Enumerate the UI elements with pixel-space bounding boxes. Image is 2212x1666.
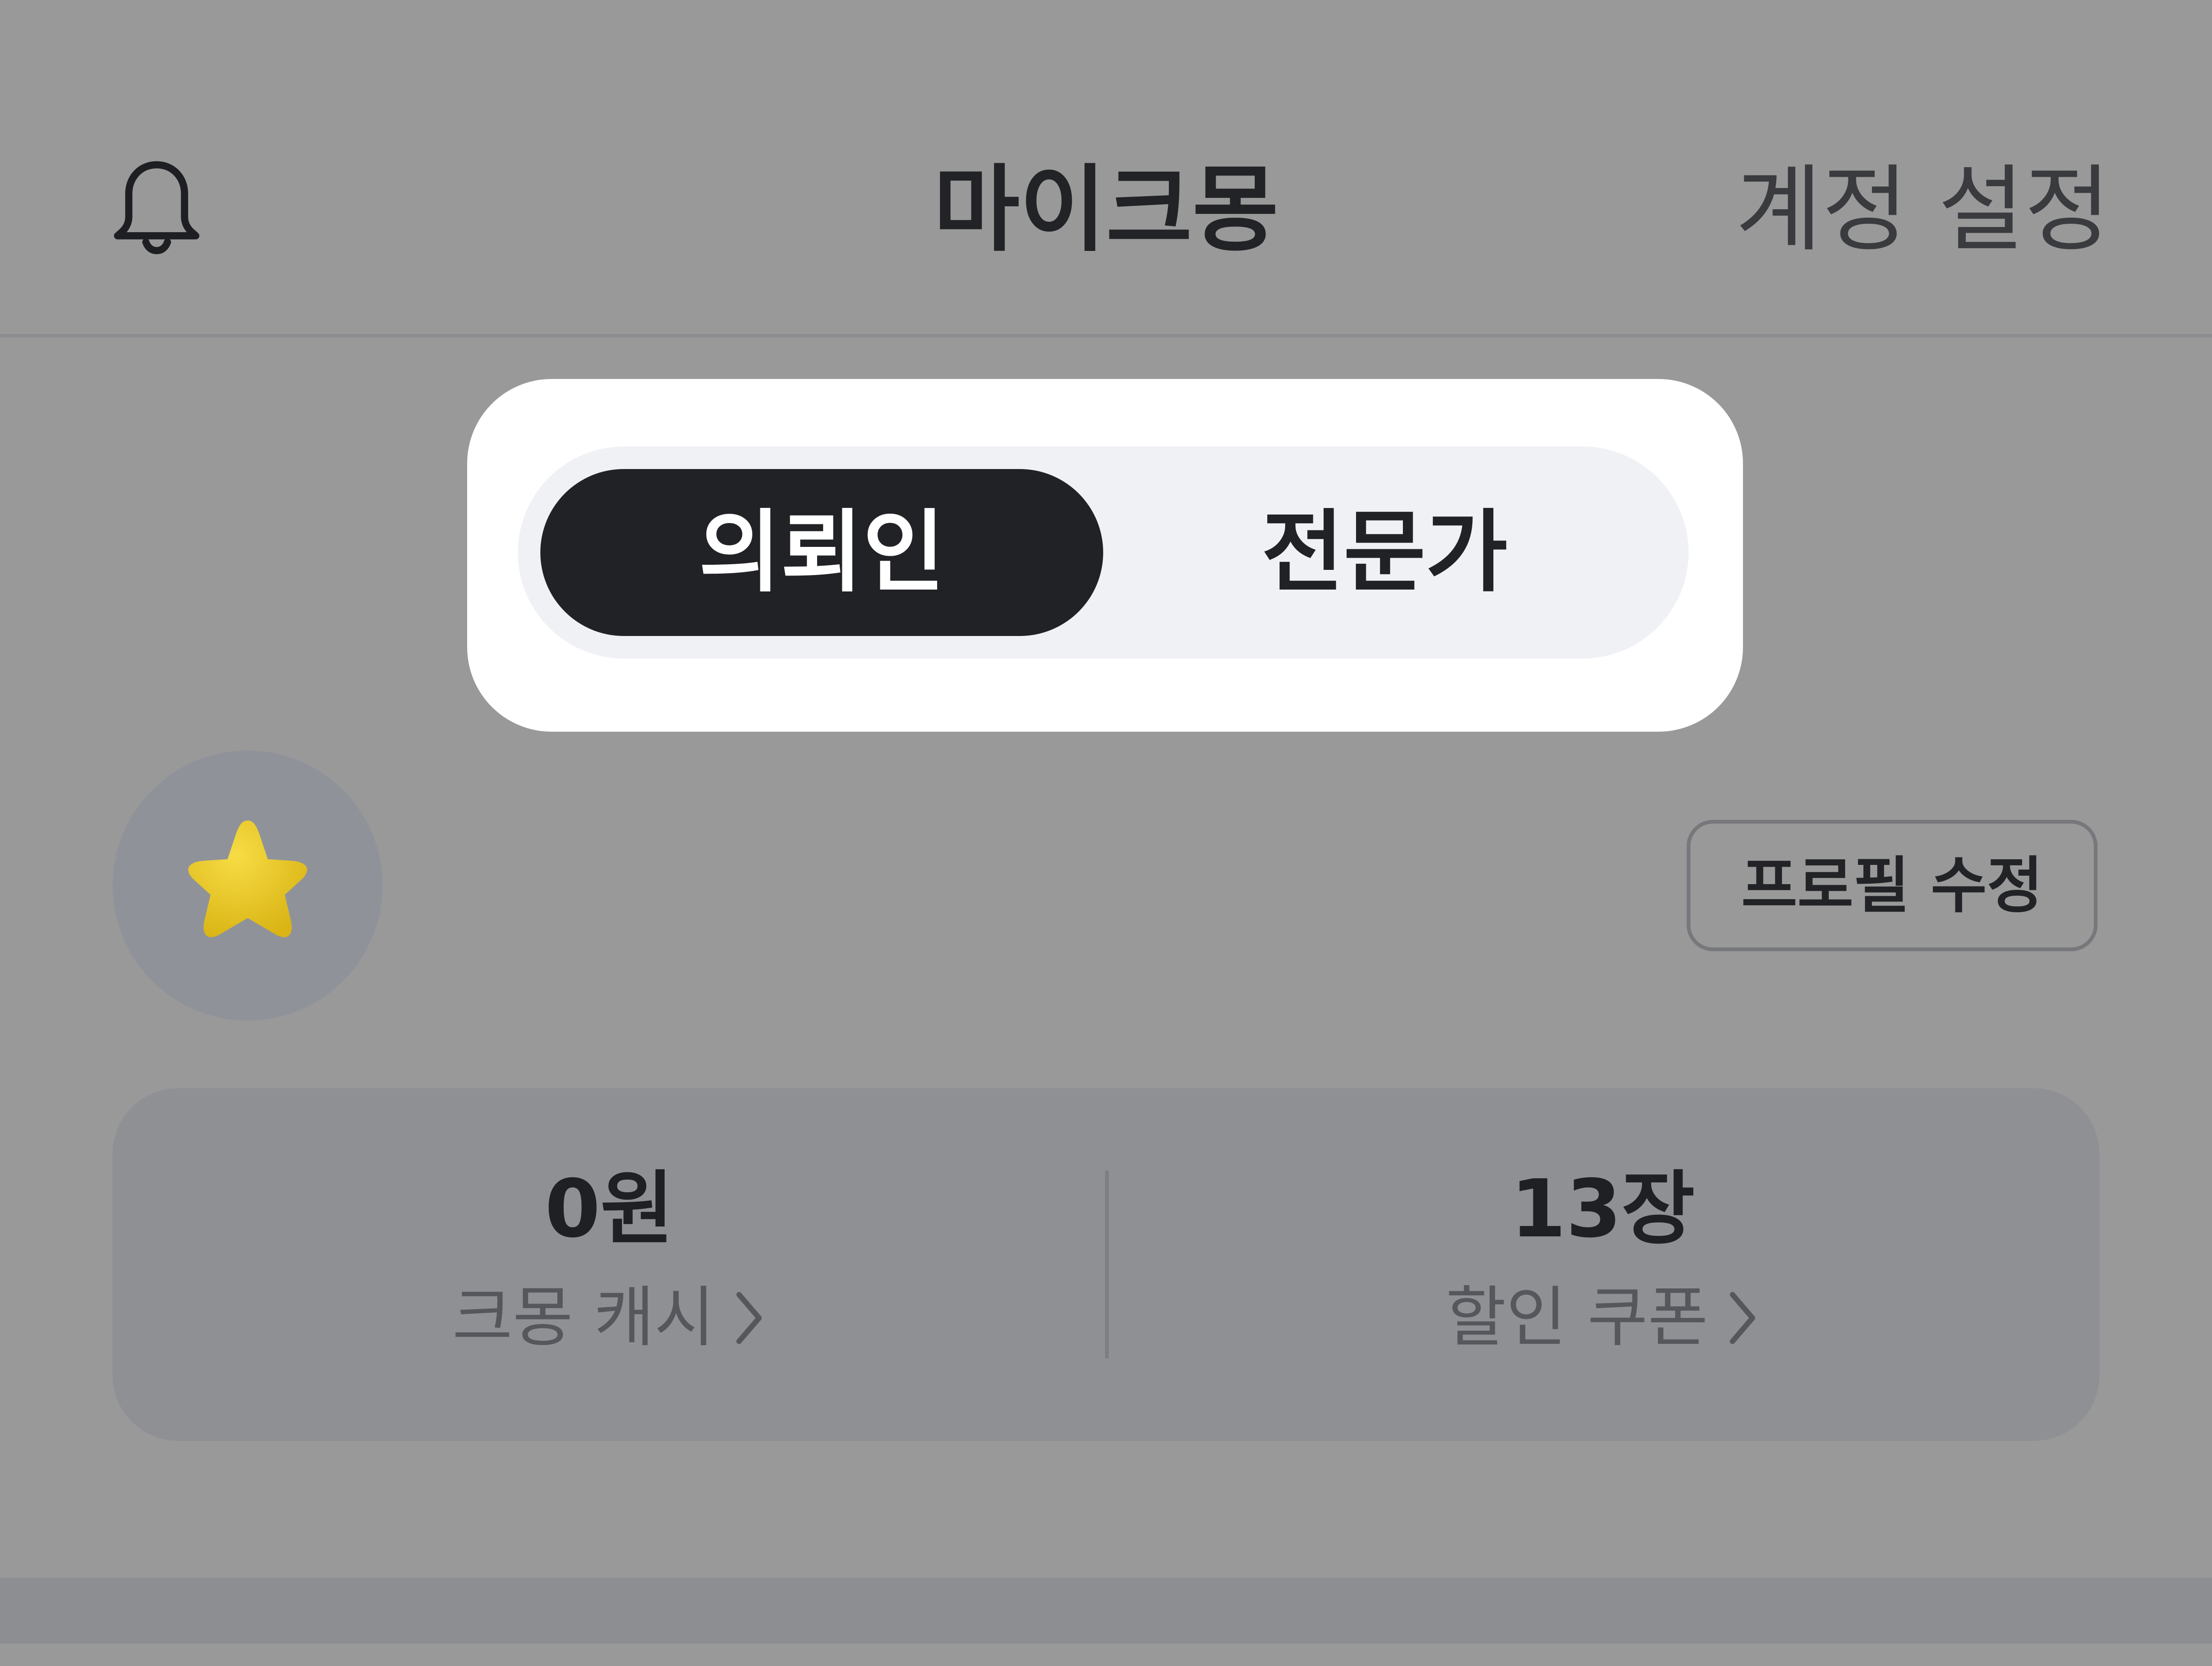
role-option-expert[interactable]: 전문가 <box>1103 469 1666 636</box>
header-divider <box>0 334 2212 338</box>
section-divider-band <box>0 1578 2212 1643</box>
cash-stat[interactable]: 0원 크몽 캐시 <box>113 1088 1106 1441</box>
edit-profile-button[interactable]: 프로필 수정 <box>1687 820 2098 951</box>
star-icon <box>188 820 307 938</box>
coupon-label: 할인 쿠폰 <box>1446 1280 1708 1356</box>
account-settings-link[interactable]: 계정 설정 <box>1735 149 2111 271</box>
chevron-right-icon <box>1729 1292 1755 1344</box>
cash-value: 0원 <box>545 1163 674 1256</box>
wallet-summary-card: 0원 크몽 캐시 13장 할인 쿠폰 <box>113 1088 2099 1441</box>
coupon-link[interactable]: 할인 쿠폰 <box>1106 1271 2099 1365</box>
role-option-client[interactable]: 의뢰인 <box>540 469 1103 636</box>
cash-label: 크몽 캐시 <box>452 1280 715 1356</box>
role-toggle-card: 의뢰인 전문가 <box>467 379 1743 732</box>
cash-link[interactable]: 크몽 캐시 <box>113 1271 1106 1365</box>
app-header: 마이크몽 계정 설정 <box>0 0 2212 338</box>
avatar[interactable] <box>113 750 383 1021</box>
coupon-stat[interactable]: 13장 할인 쿠폰 <box>1106 1088 2099 1441</box>
chevron-right-icon <box>736 1292 762 1344</box>
coupon-value: 13장 <box>1510 1163 1695 1256</box>
role-toggle: 의뢰인 전문가 <box>518 447 1689 659</box>
